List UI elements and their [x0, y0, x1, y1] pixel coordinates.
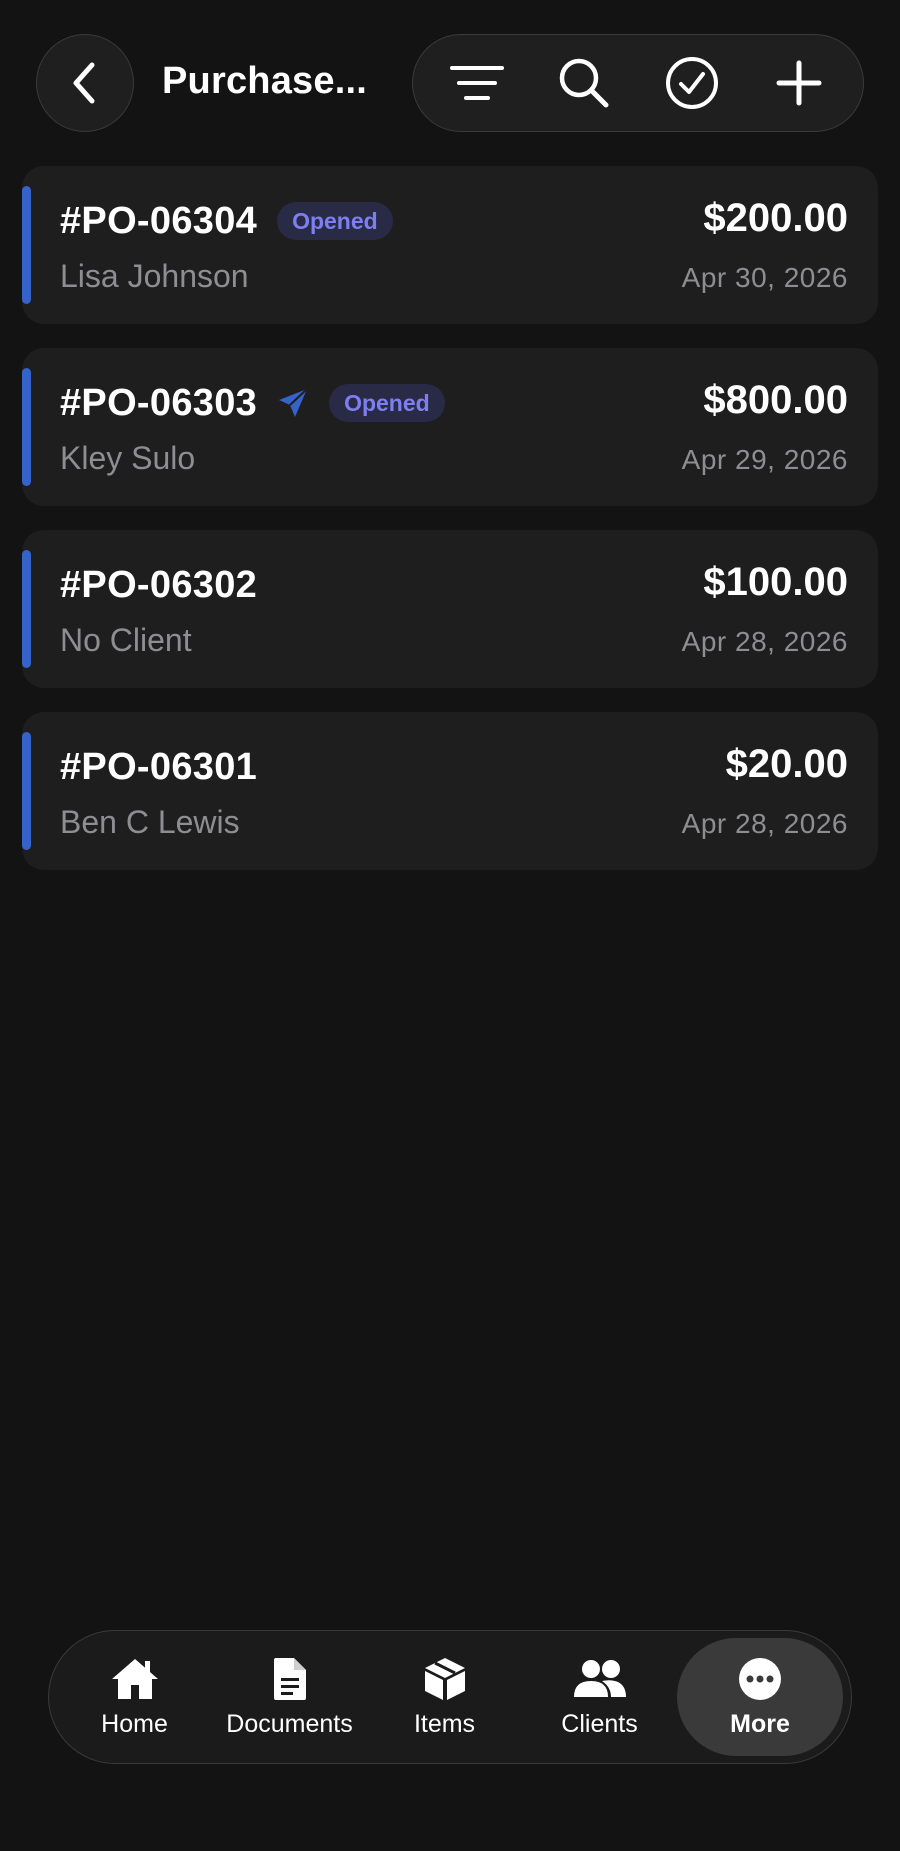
- status-badge: Opened: [277, 202, 393, 240]
- more-icon: [738, 1656, 782, 1702]
- tab-documents[interactable]: Documents: [212, 1638, 367, 1756]
- tab-more[interactable]: More: [677, 1638, 843, 1756]
- add-button[interactable]: [759, 43, 839, 123]
- tab-items[interactable]: Items: [367, 1638, 522, 1756]
- search-icon: [560, 58, 609, 108]
- chevron-left-icon: [73, 62, 95, 104]
- order-date: Apr 28, 2026: [681, 808, 848, 839]
- order-date: Apr 30, 2026: [681, 262, 848, 293]
- select-button[interactable]: [652, 43, 732, 123]
- order-amount: $100.00: [703, 560, 848, 604]
- add-icon: [776, 60, 822, 106]
- card-accent-bar: [22, 732, 31, 850]
- sent-icon: [277, 387, 309, 419]
- page-title: Purchase...: [162, 60, 367, 102]
- tab-label: Items: [413, 1709, 476, 1738]
- order-date: Apr 29, 2026: [681, 444, 848, 475]
- purchase-order-list: #PO-06304 Opened Lisa Johnson $200.00 Ap…: [22, 166, 878, 894]
- client-name: No Client: [60, 622, 192, 658]
- order-number: #PO-06302: [60, 563, 258, 606]
- purchase-order-card[interactable]: #PO-06301 Ben C Lewis $20.00 Apr 28, 202…: [22, 712, 878, 870]
- order-number: #PO-06301: [60, 745, 258, 788]
- client-name: Kley Sulo: [60, 440, 196, 476]
- status-badge: Opened: [329, 384, 445, 422]
- purchase-order-card[interactable]: #PO-06302 No Client $100.00 Apr 28, 2026: [22, 530, 878, 688]
- document-icon: [272, 1656, 308, 1702]
- tab-home[interactable]: Home: [57, 1638, 212, 1756]
- filter-button[interactable]: [437, 43, 517, 123]
- client-name: Ben C Lewis: [60, 804, 240, 840]
- tab-label: Clients: [561, 1709, 638, 1738]
- bottom-tab-bar: Home Documents Items Clients More: [48, 1630, 852, 1764]
- purchase-order-card[interactable]: #PO-06304 Opened Lisa Johnson $200.00 Ap…: [22, 166, 878, 324]
- tab-label: Home: [101, 1709, 168, 1738]
- tab-clients[interactable]: Clients: [522, 1638, 677, 1756]
- tab-label: More: [730, 1709, 790, 1738]
- order-number: #PO-06304: [60, 199, 258, 242]
- back-button[interactable]: [36, 34, 134, 132]
- purchase-orders-screen: Purchase... #PO-06304 Opened Lisa Johnso…: [0, 0, 900, 1851]
- header-toolbar: [412, 34, 864, 132]
- order-amount: $20.00: [725, 742, 848, 786]
- order-amount: $200.00: [703, 196, 848, 240]
- purchase-order-card[interactable]: #PO-06303 Opened Kley Sulo $800.00 Apr 2…: [22, 348, 878, 506]
- card-accent-bar: [22, 186, 31, 304]
- home-icon: [110, 1656, 160, 1702]
- order-date: Apr 28, 2026: [681, 626, 848, 657]
- card-accent-bar: [22, 368, 31, 486]
- select-check-icon: [665, 57, 718, 109]
- order-amount: $800.00: [703, 378, 848, 422]
- client-name: Lisa Johnson: [60, 258, 249, 294]
- users-icon: [572, 1656, 628, 1702]
- box-icon: [423, 1656, 467, 1702]
- search-button[interactable]: [544, 43, 624, 123]
- filter-icon: [449, 66, 504, 100]
- card-accent-bar: [22, 550, 31, 668]
- order-number: #PO-06303: [60, 381, 258, 424]
- tab-label: Documents: [226, 1709, 353, 1738]
